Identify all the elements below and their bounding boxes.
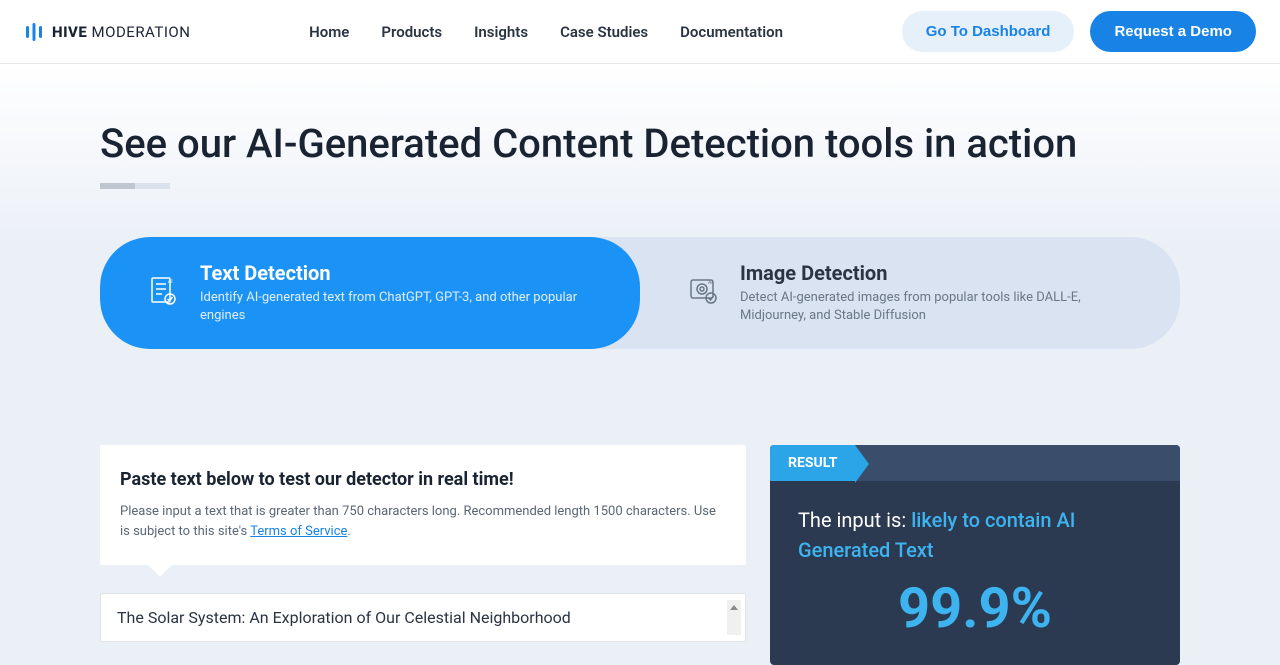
logo-text: HIVE MODERATION <box>52 23 190 41</box>
tab-image-detection[interactable]: AI Image Detection Detect AI-generated i… <box>640 237 1180 349</box>
nav-case-studies[interactable]: Case Studies <box>560 23 648 41</box>
terms-of-service-link[interactable]: Terms of Service <box>250 524 347 539</box>
text-detection-icon: AI <box>148 275 180 311</box>
nav-documentation[interactable]: Documentation <box>680 23 783 41</box>
input-panel-desc: Please input a text that is greater than… <box>120 502 726 541</box>
main-content: See our AI-Generated Content Detection t… <box>0 64 1280 665</box>
nav-home[interactable]: Home <box>309 23 349 41</box>
nav-products[interactable]: Products <box>381 23 442 41</box>
title-underline <box>100 183 170 189</box>
panels: Paste text below to test our detector in… <box>100 445 1180 665</box>
tab-image-desc: Detect AI-generated images from popular … <box>740 289 1132 325</box>
input-panel: Paste text below to test our detector in… <box>100 445 746 565</box>
scrollbar[interactable] <box>727 600 741 635</box>
svg-text:AI: AI <box>708 280 713 286</box>
result-panel: RESULT The input is: likely to contain A… <box>770 445 1180 665</box>
tab-text-title: Text Detection <box>200 261 592 285</box>
detection-tabs: AI Text Detection Identify AI-generated … <box>100 237 1180 349</box>
image-detection-icon: AI <box>688 275 720 311</box>
page-title: See our AI-Generated Content Detection t… <box>100 120 1180 167</box>
header: HIVE MODERATION Home Products Insights C… <box>0 0 1280 64</box>
result-text: The input is: likely to contain AI Gener… <box>798 505 1152 565</box>
nav-insights[interactable]: Insights <box>474 23 528 41</box>
result-percent: 99.9% <box>798 575 1152 641</box>
input-panel-title: Paste text below to test our detector in… <box>120 469 726 490</box>
main-nav: Home Products Insights Case Studies Docu… <box>309 23 783 41</box>
tab-text-detection[interactable]: AI Text Detection Identify AI-generated … <box>100 237 640 349</box>
result-body: The input is: likely to contain AI Gener… <box>770 481 1180 665</box>
header-buttons: Go To Dashboard Request a Demo <box>902 11 1256 52</box>
textarea-wrapper: The Solar System: An Exploration of Our … <box>100 593 746 642</box>
svg-text:AI: AI <box>168 279 173 285</box>
scrollbar-up-icon[interactable] <box>727 600 741 614</box>
tab-image-title: Image Detection <box>740 261 1132 285</box>
dashboard-button[interactable]: Go To Dashboard <box>902 11 1075 52</box>
detection-textarea[interactable]: The Solar System: An Exploration of Our … <box>117 608 698 627</box>
result-badge: RESULT <box>770 445 855 481</box>
tab-text-desc: Identify AI-generated text from ChatGPT,… <box>200 289 592 325</box>
logo[interactable]: HIVE MODERATION <box>24 22 190 42</box>
hive-logo-icon <box>24 22 44 42</box>
result-header: RESULT <box>770 445 1180 481</box>
request-demo-button[interactable]: Request a Demo <box>1090 11 1256 52</box>
